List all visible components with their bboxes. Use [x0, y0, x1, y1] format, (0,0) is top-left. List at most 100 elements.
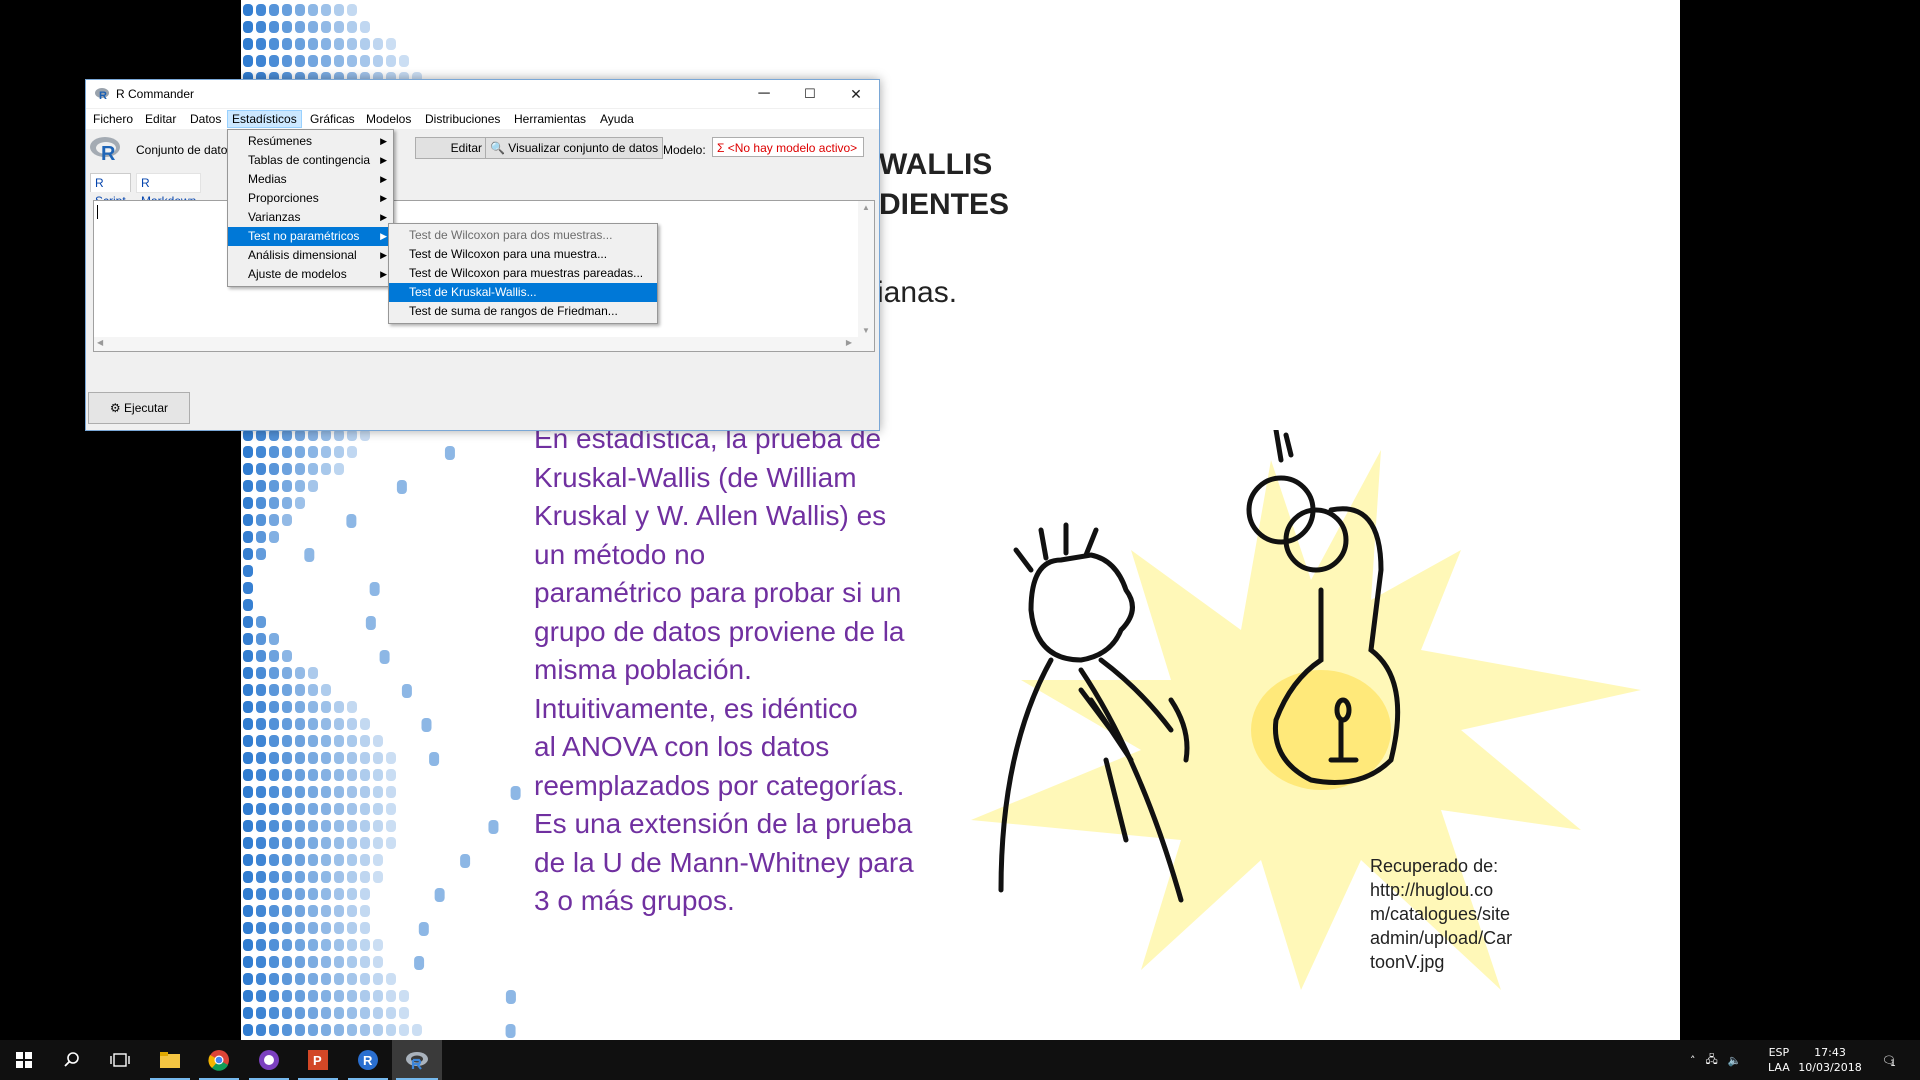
scroll-up-icon[interactable]: ▲ — [862, 203, 870, 212]
decorative-dot — [321, 55, 331, 67]
view-dataset-button[interactable]: 🔍 Visualizar conjunto de datos — [485, 137, 664, 159]
decorative-dot — [347, 854, 357, 866]
decorative-dot — [243, 684, 253, 696]
body-line: Kruskal y W. Allen Wallis) es — [534, 500, 887, 531]
decorative-dot — [304, 548, 315, 562]
decorative-dot — [360, 769, 370, 781]
decorative-dot — [256, 480, 266, 492]
menu-estadisticos[interactable]: Estadísticos — [227, 110, 302, 128]
decorative-dot — [243, 599, 253, 611]
submenu-arrow-icon: ▶ — [380, 136, 387, 146]
menubar: Fichero Editar Datos Estadísticos Gráfic… — [86, 109, 879, 129]
decorative-dot — [256, 38, 266, 50]
menu-ayuda[interactable]: Ayuda — [596, 111, 638, 127]
tab-r-markdown[interactable]: R Markdown — [136, 173, 202, 208]
window-titlebar[interactable]: R R Commander ─ ☐ ✕ — [86, 80, 879, 108]
menu-item-proporciones[interactable]: Proporciones ▶ — [228, 189, 393, 208]
menu-item-test-no-parametricos[interactable]: Test no paramétricos ▶ — [228, 227, 393, 246]
volume-icon[interactable]: 🔈 — [1728, 1054, 1742, 1067]
active-model-button[interactable]: Σ <No hay modelo activo> — [712, 137, 864, 157]
decorative-dot — [373, 786, 383, 798]
decorative-dot — [295, 905, 305, 917]
menu-editar[interactable]: Editar — [141, 111, 180, 127]
network-icon[interactable]: 🖧 — [1706, 1051, 1718, 1070]
decorative-dot — [401, 684, 412, 698]
decorative-dot — [295, 786, 305, 798]
decorative-dot — [412, 1024, 422, 1036]
decorative-dot — [396, 480, 407, 494]
vertical-scrollbar[interactable]: ▲ ▼ — [858, 201, 874, 351]
menu-distribuciones[interactable]: Distribuciones — [421, 111, 504, 127]
decorative-dot — [334, 446, 344, 458]
notifications-button[interactable]: 🗨 1 — [1874, 1040, 1904, 1080]
decorative-dot — [243, 514, 253, 526]
execute-label: Ejecutar — [124, 401, 169, 415]
file-explorer-button[interactable] — [146, 1040, 194, 1080]
scroll-right-icon[interactable]: ▶ — [846, 338, 852, 347]
execute-button[interactable]: ⚙ Ejecutar — [88, 392, 190, 424]
decorative-dot — [421, 718, 432, 732]
horizontal-scrollbar[interactable]: ◀ ▶ — [94, 337, 874, 351]
decorative-dot — [243, 565, 253, 577]
app-button[interactable] — [245, 1040, 293, 1080]
decorative-dot — [269, 650, 279, 662]
decorative-dot — [295, 38, 305, 50]
clock[interactable]: 17:43 10/03/2018 — [1798, 1040, 1861, 1080]
decorative-dot — [256, 803, 266, 815]
chevron-up-icon[interactable]: ˄ — [1690, 1054, 1696, 1067]
menu-item-ajuste-modelos[interactable]: Ajuste de modelos ▶ — [228, 265, 393, 284]
decorative-dot — [282, 514, 292, 526]
menu-item-resumenes[interactable]: Resúmenes ▶ — [228, 132, 393, 151]
decorative-dot — [347, 21, 357, 33]
tab-r-script[interactable]: R Script — [90, 173, 131, 208]
menu-item-analisis-dimensional[interactable]: Análisis dimensional ▶ — [228, 246, 393, 265]
decorative-dot — [308, 905, 318, 917]
menu-graficas[interactable]: Gráficas — [306, 111, 359, 127]
decorative-dot — [282, 446, 292, 458]
menu-item-kruskal-wallis[interactable]: Test de Kruskal-Wallis... — [389, 283, 657, 302]
rcmdr-button[interactable] — [392, 1040, 442, 1080]
decorative-dot — [346, 514, 357, 528]
menu-datos[interactable]: Datos — [186, 111, 225, 127]
menu-item-tablas-contingencia[interactable]: Tablas de contingencia ▶ — [228, 151, 393, 170]
maximize-button[interactable]: ☐ — [787, 80, 833, 108]
minimize-button[interactable]: ─ — [741, 80, 787, 108]
decorative-dot — [321, 769, 331, 781]
decorative-dot — [334, 1007, 344, 1019]
chrome-button[interactable] — [195, 1040, 243, 1080]
menu-item-wilcoxon-una-muestra[interactable]: Test de Wilcoxon para una muestra... — [389, 245, 657, 264]
language-indicator[interactable]: ESP LAA — [1768, 1040, 1790, 1080]
menu-item-varianzas[interactable]: Varianzas ▶ — [228, 208, 393, 227]
menu-item-wilcoxon-pareadas[interactable]: Test de Wilcoxon para muestras pareadas.… — [389, 264, 657, 283]
menu-herramientas[interactable]: Herramientas — [510, 111, 590, 127]
svg-text:R: R — [101, 143, 116, 162]
scroll-down-icon[interactable]: ▼ — [862, 326, 870, 335]
decorative-dot — [282, 769, 292, 781]
decorative-dot — [399, 55, 409, 67]
decorative-dot — [269, 735, 279, 747]
decorative-dot — [308, 446, 318, 458]
menu-modelos[interactable]: Modelos — [362, 111, 415, 127]
scroll-left-icon[interactable]: ◀ — [97, 338, 103, 347]
submenu-arrow-icon: ▶ — [380, 269, 387, 279]
decorative-dot — [243, 1024, 253, 1036]
menu-item-medias[interactable]: Medias ▶ — [228, 170, 393, 189]
decorative-dot — [308, 854, 318, 866]
decorative-dot — [243, 803, 253, 815]
menu-item-friedman[interactable]: Test de suma de rangos de Friedman... — [389, 302, 657, 321]
decorative-dot — [282, 752, 292, 764]
decorative-dot — [347, 1024, 357, 1036]
system-tray: ˄ 🖧 🔈 — [1690, 1040, 1751, 1080]
decorative-dot — [282, 497, 292, 509]
edit-dataset-button[interactable]: Editar conjunto de datos — [415, 137, 487, 159]
menu-fichero[interactable]: Fichero — [89, 111, 137, 127]
decorative-dot — [295, 871, 305, 883]
start-button[interactable] — [0, 1040, 48, 1080]
powerpoint-button[interactable]: P — [294, 1040, 342, 1080]
decorative-dot — [373, 939, 383, 951]
close-button[interactable]: ✕ — [833, 80, 879, 108]
task-view-button[interactable] — [96, 1040, 144, 1080]
decorative-dot — [295, 854, 305, 866]
r-button[interactable]: R — [344, 1040, 392, 1080]
search-button[interactable] — [48, 1040, 96, 1080]
